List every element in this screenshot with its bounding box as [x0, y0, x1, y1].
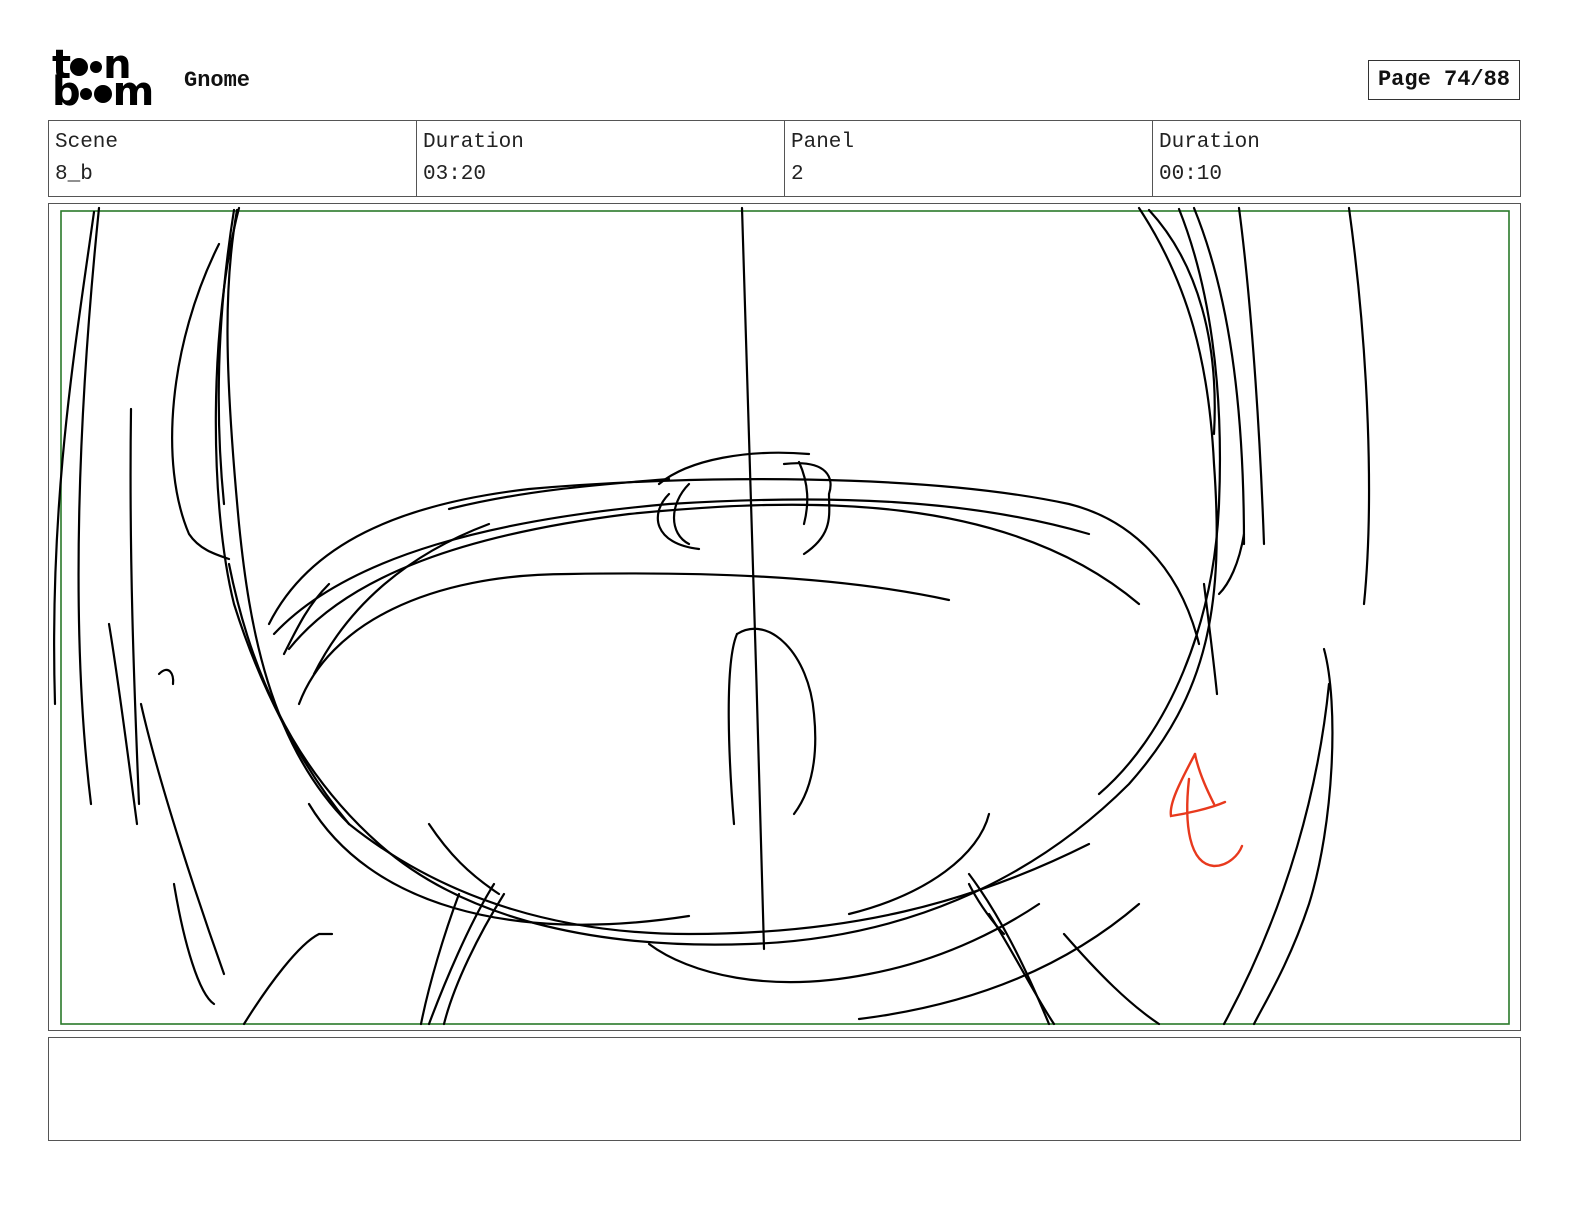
- panel-value: 2: [791, 163, 804, 186]
- scene-duration-value: 03:20: [423, 163, 487, 186]
- toonboom-logo: toonboom tn bm: [52, 42, 154, 115]
- scene-duration-label: Duration: [423, 131, 524, 154]
- panel-label: Panel: [791, 131, 855, 154]
- page-indicator: Page 74/88: [1368, 60, 1520, 100]
- safe-frame: [60, 210, 1510, 1025]
- scene-info-table: Scene 8_b Duration 03:20 Panel 2 Duratio…: [48, 120, 1521, 197]
- panel-duration-label: Duration: [1159, 131, 1260, 154]
- scene-label: Scene: [55, 131, 119, 154]
- scene-duration-cell: Duration 03:20: [417, 121, 785, 196]
- annotation-mark: [1169, 752, 1244, 868]
- panel-cell: Panel 2: [785, 121, 1153, 196]
- notes-box: [48, 1037, 1521, 1141]
- project-title: Gnome: [184, 68, 251, 93]
- panel-sketch: [53, 206, 1510, 1026]
- panel-frame: [48, 203, 1521, 1031]
- panel-duration-cell: Duration 00:10: [1153, 121, 1520, 196]
- panel-duration-value: 00:10: [1159, 163, 1223, 186]
- scene-cell: Scene 8_b: [49, 121, 417, 196]
- scene-value: 8_b: [55, 163, 93, 186]
- sketch-lines: [53, 206, 1371, 1026]
